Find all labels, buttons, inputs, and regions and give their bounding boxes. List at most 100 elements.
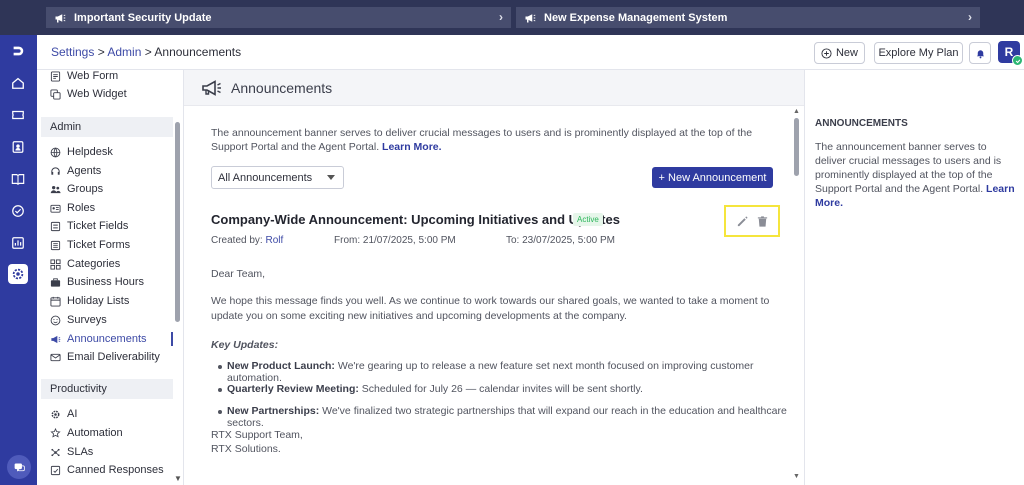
sidebar-item-label: Ticket Fields: [67, 220, 129, 232]
created-by-user-link[interactable]: Rolf: [265, 235, 283, 246]
categories-icon: [49, 258, 61, 270]
sidebar-item-automation[interactable]: Automation: [49, 425, 123, 441]
ticket-icon[interactable]: [8, 105, 28, 125]
sidebar-item-label: SLAs: [67, 446, 94, 458]
banner-important-security-update[interactable]: Important Security Update ›: [46, 7, 511, 28]
key-updates-heading: Key Updates:: [211, 339, 279, 351]
home-icon[interactable]: [8, 73, 28, 93]
sidebar-item-web-widget[interactable]: Web Widget: [49, 86, 127, 102]
sidebar-item-groups[interactable]: Groups: [49, 181, 103, 197]
announcement-filter-select[interactable]: All Announcements: [211, 166, 344, 189]
sidebar-item-label: Groups: [67, 183, 104, 195]
sidebar-item-label: Business Hours: [67, 276, 145, 288]
online-status-icon: [1012, 55, 1023, 66]
globe-icon: [49, 146, 61, 158]
banner-label: New Expense Management System: [544, 11, 728, 24]
announcement-banner-bar: Important Security Update › New Expense …: [0, 0, 1024, 35]
update-text: Scheduled for July 26 — calendar invites…: [358, 383, 643, 395]
banner-new-expense-management[interactable]: New Expense Management System ›: [516, 7, 980, 28]
new-button-label: New: [835, 47, 858, 59]
created-by-label: Created by:: [211, 235, 263, 246]
plus-circle-icon: [821, 47, 832, 59]
sidebar-section-productivity: Productivity: [41, 379, 173, 399]
sidebar-scrollbar[interactable]: [175, 122, 180, 322]
breadcrumb-admin[interactable]: Admin: [107, 45, 141, 59]
breadcrumb-separator: >: [141, 45, 155, 59]
sidebar-item-ticket-fields[interactable]: Ticket Fields: [49, 218, 128, 234]
greeting: Dear Team,: [211, 268, 266, 280]
sidebar-item-label: Web Form: [67, 70, 119, 82]
announcement-title: Company-Wide Announcement: Upcoming Init…: [211, 212, 620, 227]
update-title: New Product Launch:: [227, 360, 335, 372]
tasks-icon[interactable]: [8, 201, 28, 221]
scroll-down-arrow-icon[interactable]: ▼: [793, 473, 800, 480]
sla-icon: [49, 446, 61, 458]
headset-icon: [49, 165, 61, 177]
intro-text: The announcement banner serves to delive…: [211, 126, 776, 154]
main-scrollbar[interactable]: [794, 118, 799, 176]
new-button[interactable]: New: [814, 42, 865, 64]
roles-icon: [49, 202, 61, 214]
email-icon: [49, 351, 61, 363]
megaphone-icon: [49, 333, 61, 345]
sidebar-item-categories[interactable]: Categories: [49, 256, 120, 272]
sidebar-item-canned-responses[interactable]: Canned Responses: [49, 462, 164, 478]
sidebar-item-agents[interactable]: Agents: [49, 163, 101, 179]
scroll-up-arrow-icon[interactable]: ▲: [793, 108, 800, 115]
logo-icon[interactable]: [8, 41, 28, 61]
reports-icon[interactable]: [8, 233, 28, 253]
contacts-icon[interactable]: [8, 137, 28, 157]
sidebar-item-label: Agents: [67, 165, 102, 177]
new-announcement-label: + New Announcement: [658, 171, 767, 184]
edit-pencil-icon[interactable]: [736, 215, 749, 228]
notifications-button[interactable]: [969, 42, 991, 64]
explore-my-plan-button[interactable]: Explore My Plan: [874, 42, 963, 64]
sidebar-item-web-form[interactable]: Web Form: [49, 70, 118, 84]
sidebar-section-admin: Admin: [41, 117, 173, 137]
announcements-main: Announcements The announcement banner se…: [184, 70, 804, 485]
sidebar-item-label: Roles: [67, 202, 96, 214]
created-by: Created by: Rolf: [211, 235, 283, 246]
section-label: Productivity: [50, 383, 107, 395]
sidebar-item-email-deliverability[interactable]: Email Deliverability: [49, 349, 160, 365]
sidebar-item-ai[interactable]: AI: [49, 406, 77, 422]
info-panel-body: The announcement banner serves to delive…: [815, 141, 1002, 195]
info-panel: ANNOUNCEMENTS The announcement banner se…: [804, 70, 1024, 485]
sidebar-item-announcements[interactable]: Announcements: [49, 331, 147, 347]
megaphone-icon: [54, 12, 66, 24]
sidebar-item-label: Email Deliverability: [67, 351, 160, 363]
sidebar-item-business-hours[interactable]: Business Hours: [49, 274, 144, 290]
update-title: Quarterly Review Meeting:: [227, 383, 359, 395]
sidebar-item-slas[interactable]: SLAs: [49, 444, 93, 460]
knowledge-base-icon[interactable]: [8, 169, 28, 189]
signoff-team: RTX Support Team,: [211, 429, 303, 441]
learn-more-link[interactable]: Learn More.: [382, 141, 442, 153]
sidebar-item-surveys[interactable]: Surveys: [49, 312, 107, 328]
banner-label: Important Security Update: [74, 11, 212, 24]
settings-gear-icon[interactable]: [8, 264, 28, 284]
scroll-down-arrow-icon[interactable]: ▼: [174, 474, 182, 483]
sidebar-item-holiday-lists[interactable]: Holiday Lists: [49, 293, 129, 309]
sidebar-item-label: Helpdesk: [67, 146, 113, 158]
list-item: New Partnerships: We've finalized two st…: [218, 405, 804, 429]
delete-trash-icon[interactable]: [756, 215, 769, 228]
settings-sidebar: Web Form Web Widget Admin Helpdesk Agent…: [37, 70, 184, 485]
calendar-icon: [49, 295, 61, 307]
sidebar-item-label: Canned Responses: [67, 464, 164, 476]
explore-plan-label: Explore My Plan: [878, 47, 959, 59]
sidebar-item-helpdesk[interactable]: Helpdesk: [49, 144, 113, 160]
chevron-right-icon: ›: [968, 10, 972, 24]
page-header: Settings > Admin > Announcements New Exp…: [37, 35, 1024, 70]
list-item: New Product Launch: We're gearing up to …: [218, 360, 804, 384]
from-date: From: 21/07/2025, 5:00 PM: [334, 235, 456, 246]
app-nav-rail: [0, 35, 37, 485]
new-announcement-button[interactable]: + New Announcement: [652, 167, 773, 188]
status-badge: Active: [573, 213, 603, 226]
sidebar-item-ticket-forms[interactable]: Ticket Forms: [49, 237, 130, 253]
active-indicator: [171, 332, 173, 346]
ticket-forms-icon: [49, 239, 61, 251]
sidebar-item-roles[interactable]: Roles: [49, 200, 95, 216]
breadcrumb-settings[interactable]: Settings: [51, 45, 94, 59]
chat-icon[interactable]: [7, 455, 31, 479]
groups-icon: [49, 183, 61, 195]
